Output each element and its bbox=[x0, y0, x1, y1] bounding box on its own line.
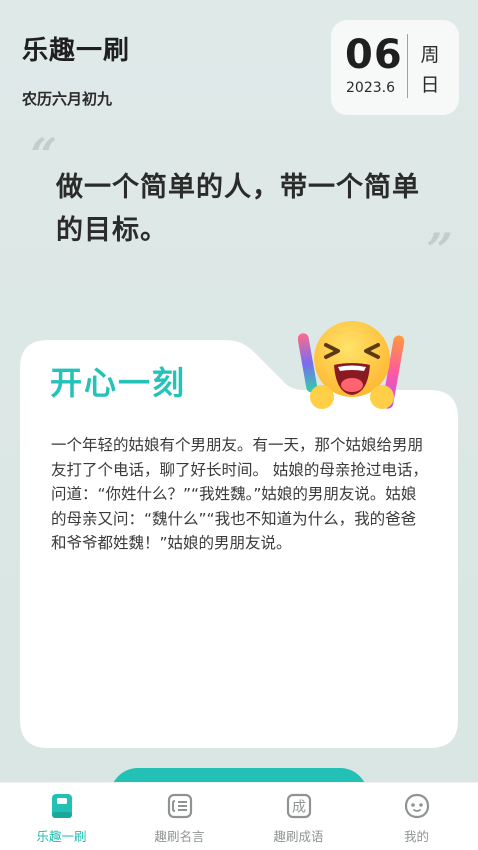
tab-qu-shua-cheng-yu[interactable]: 成 趣刷成语 bbox=[239, 783, 358, 850]
book-icon bbox=[51, 794, 72, 818]
date-weekday: 周 日 bbox=[419, 40, 441, 100]
date-day: 06 bbox=[345, 32, 403, 78]
tab-label: 趣刷成语 bbox=[273, 829, 324, 844]
tab-label: 我的 bbox=[403, 829, 429, 844]
quote-list-icon bbox=[167, 793, 192, 819]
tab-wo-de[interactable]: 我的 bbox=[357, 783, 476, 850]
daily-motto: 做一个简单的人，带一个简单的目标。 bbox=[56, 172, 420, 246]
joke-card-text: 一个年轻的姑娘有个男朋友。有一天，那个姑娘给男朋友打了个电话，聊了好长时间。 姑… bbox=[51, 436, 428, 552]
weekday-bottom: 日 bbox=[420, 74, 440, 96]
laughing-emoji-mascot bbox=[298, 321, 405, 409]
idiom-icon: 成 bbox=[286, 793, 311, 819]
idiom-icon-char: 成 bbox=[292, 800, 306, 816]
quote-open-mark: “ bbox=[22, 128, 61, 182]
profile-face-icon bbox=[404, 793, 429, 819]
tab-le-qu-yi-shua[interactable]: 乐趣一刷 bbox=[2, 783, 121, 850]
tab-label: 趣刷名言 bbox=[154, 829, 205, 844]
joke-card-title: 开心一刻 bbox=[50, 364, 187, 402]
lunar-date: 农历六月初九 bbox=[22, 90, 113, 108]
weekday-top: 周 bbox=[420, 44, 440, 66]
tab-qu-shua-ming-yan[interactable]: 趣刷名言 bbox=[120, 783, 239, 850]
date-divider bbox=[407, 34, 408, 98]
app-title: 乐趣一刷 bbox=[22, 36, 131, 66]
date-card: 06 2023.6 周 日 bbox=[331, 20, 459, 115]
tab-label: 乐趣一刷 bbox=[36, 829, 87, 844]
date-year-month: 2023.6 bbox=[346, 80, 395, 96]
bottom-tab-bar: 乐趣一刷 趣刷名言 成 趣刷成语 我的 bbox=[0, 782, 478, 850]
